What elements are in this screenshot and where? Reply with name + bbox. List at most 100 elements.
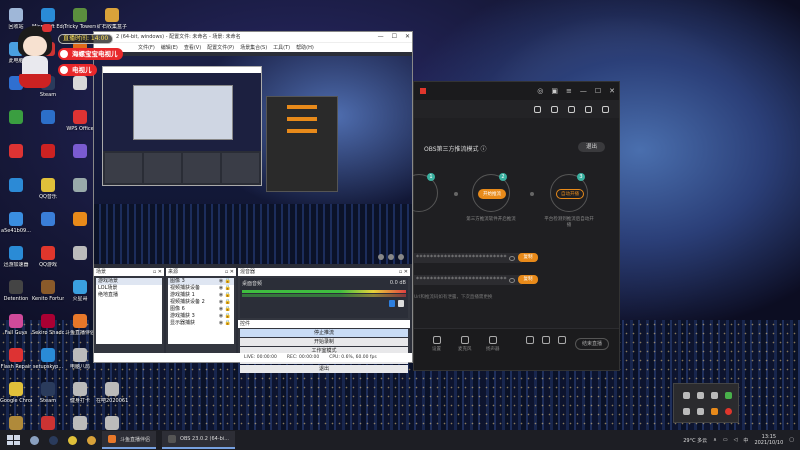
tool-icon[interactable] (534, 105, 541, 113)
tool-icon[interactable] (568, 105, 575, 113)
visibility-lock-icon[interactable]: ◉ 🔒 (219, 320, 231, 327)
desktop-icon[interactable] (64, 144, 96, 178)
desktop-icon[interactable] (0, 178, 32, 212)
desktop-icon[interactable]: 电脑八局 (64, 348, 96, 382)
user-icon[interactable]: ◎ (537, 87, 543, 95)
maximize-icon[interactable]: ☐ (392, 32, 397, 42)
desktop-icon[interactable]: QQ音乐 (32, 178, 64, 212)
control-button[interactable]: 退出 (240, 365, 408, 373)
visibility-lock-icon[interactable]: ◉ 🔒 (219, 313, 231, 320)
source-item[interactable]: 显示器捕获 ◉ 🔒 (168, 320, 234, 327)
source-item[interactable]: 视频捕获设备 2 ◉ 🔒 (168, 299, 234, 306)
end-live-button[interactable]: 结束直播 (575, 338, 609, 350)
chrome-icon[interactable] (68, 435, 77, 445)
tray-icon[interactable] (711, 392, 718, 399)
desktop-icon[interactable]: a5e41b09... (0, 212, 32, 246)
gear-item[interactable] (558, 336, 566, 344)
visibility-lock-icon[interactable]: ◉ 🔒 (219, 299, 231, 306)
scene-item[interactable]: 游戏场景 (96, 278, 162, 285)
obs-menu-item[interactable]: 帮助(H) (296, 43, 314, 52)
copy-key-button[interactable]: 复制 (518, 275, 538, 284)
dock-close-icon[interactable]: ▫ ✕ (153, 268, 162, 276)
tray-icon[interactable] (683, 408, 690, 415)
dock-close-icon[interactable]: ▫ ✕ (399, 268, 408, 276)
assistant-title-bar[interactable]: ◎ ▣ ≡ — ☐ ✕ (414, 82, 619, 100)
tray-icon[interactable] (683, 392, 690, 399)
exit-mode-button[interactable]: 退出 (577, 142, 605, 152)
stream-assistant-window[interactable]: ◎ ▣ ≡ — ☐ ✕ OBS第三方推流模式 ⓘ 退出 1 2 开始推流 第三方推流软件开启… (400, 81, 620, 371)
notification-icon[interactable]: ▢ (789, 437, 794, 443)
steam-icon[interactable] (49, 435, 58, 445)
obs-menu-item[interactable]: 查看(V) (184, 43, 201, 52)
desktop-icon[interactable] (32, 144, 64, 178)
obs-menu-item[interactable]: 工具(T) (273, 43, 290, 52)
volume-icon[interactable] (389, 300, 395, 307)
ime-icon[interactable]: 中 (743, 437, 748, 444)
tray-chevron-icon[interactable]: ∧ (713, 437, 717, 443)
mixer-settings-icon[interactable] (398, 300, 404, 307)
weather-label[interactable]: 29°C 多云 (683, 437, 707, 444)
obs-menu-item[interactable]: 编辑(E) (161, 43, 178, 52)
speaker-item[interactable]: 扬声器 (486, 336, 500, 352)
tool-icon[interactable] (551, 105, 558, 113)
taskbar-app[interactable]: 斗鱼直播伴侣 (102, 431, 157, 449)
source-item[interactable]: 图像 3 ◉ 🔒 (168, 278, 234, 285)
desktop-icon[interactable] (32, 110, 64, 144)
settings-item[interactable]: 设置 (432, 336, 441, 352)
stream-key-field[interactable]: ************************** (414, 275, 522, 285)
desktop-icon[interactable] (64, 178, 96, 212)
desktop-icon[interactable]: League of Legends (0, 416, 32, 430)
server-url-field[interactable]: ************************** (414, 253, 522, 263)
skin-icon[interactable]: ▣ (551, 87, 558, 95)
tray-icon[interactable] (725, 392, 732, 399)
control-button[interactable]: 开始录制 (240, 338, 408, 346)
desktop-icon[interactable]: WPS Office (64, 110, 96, 144)
taskbar-app[interactable]: OBS 23.0.2 (64-bi... (162, 431, 235, 449)
desktop-icon[interactable]: 在吧2020061... (96, 382, 128, 416)
close-icon[interactable]: ✕ (609, 87, 615, 95)
desktop-icon[interactable] (32, 416, 64, 430)
obs-menu-item[interactable]: 配置文件(P) (207, 43, 234, 52)
desktop-icon[interactable]: Detention (0, 280, 32, 314)
source-item[interactable]: 图像 6 ◉ 🔒 (168, 306, 234, 313)
desktop-icon[interactable]: Kenito Fortune ... (32, 280, 64, 314)
desktop-icon[interactable] (64, 212, 96, 246)
desktop-icon[interactable]: Google Chrome (0, 382, 32, 416)
visibility-lock-icon[interactable]: ◉ 🔒 (219, 292, 231, 299)
menu-icon[interactable]: ≡ (566, 87, 572, 95)
windows-start-icon[interactable] (4, 432, 20, 448)
source-item[interactable]: 视频捕获设备 ◉ 🔒 (168, 285, 234, 292)
maximize-icon[interactable]: ☐ (595, 87, 601, 95)
eye-icon[interactable] (509, 256, 515, 261)
source-item[interactable]: 游戏捕获 3 ◉ 🔒 (168, 313, 234, 320)
microphone-item[interactable]: 麦克风 (458, 336, 472, 352)
visibility-lock-icon[interactable]: ◉ 🔒 (219, 278, 231, 285)
copy-server-button[interactable]: 复制 (518, 253, 538, 262)
desktop-icon[interactable] (64, 246, 96, 280)
control-button[interactable]: 停止推流 (240, 329, 408, 337)
desktop-icon[interactable]: 健身打卡 (64, 382, 96, 416)
tray-icon[interactable] (697, 408, 704, 415)
desktop-icon[interactable]: Sekiro Shadows... (32, 314, 64, 348)
eye-icon[interactable] (509, 278, 515, 283)
desktop-icon[interactable] (32, 212, 64, 246)
tool-item[interactable] (526, 336, 534, 344)
search-icon[interactable] (30, 435, 39, 445)
volume-icon[interactable]: ◁ (734, 437, 738, 443)
desktop-icon[interactable]: Flash Repair (0, 348, 32, 382)
desktop-icon[interactable]: 迅游加速器 (0, 246, 32, 280)
visibility-lock-icon[interactable]: ◉ 🔒 (219, 306, 231, 313)
visibility-lock-icon[interactable]: ◉ 🔒 (219, 285, 231, 292)
scene-item[interactable]: 绝地直播 (96, 292, 162, 299)
obs-menu-item[interactable]: 场景集合(S) (240, 43, 267, 52)
desktop-icon[interactable]: Fall Guys (0, 314, 32, 348)
help-icon[interactable]: ⓘ (480, 146, 486, 153)
tool-item[interactable] (542, 336, 550, 344)
desktop-icon[interactable]: Steam (32, 382, 64, 416)
gear-icon[interactable] (602, 105, 609, 113)
tray-icon[interactable] (697, 392, 704, 399)
desktop-icon[interactable]: QQ游戏 (32, 246, 64, 280)
network-icon[interactable]: ▭ (723, 437, 728, 443)
desktop-icon[interactable]: setupskyp... (32, 348, 64, 382)
desktop-icon[interactable]: 活跃用户回流 (64, 416, 96, 430)
